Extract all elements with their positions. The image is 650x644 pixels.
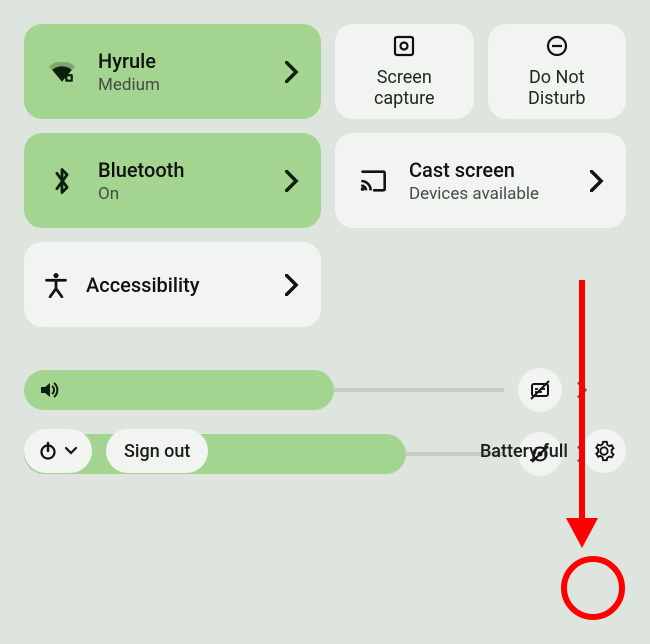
volume-slider[interactable] bbox=[24, 370, 504, 410]
bluetooth-tile[interactable]: Bluetooth On bbox=[24, 133, 321, 228]
annotation-arrow bbox=[552, 270, 612, 570]
dnd-tile[interactable]: Do NotDisturb bbox=[488, 24, 627, 119]
bluetooth-subtitle: On bbox=[98, 184, 285, 204]
volume-icon bbox=[38, 379, 60, 401]
chevron-right-icon bbox=[590, 170, 604, 192]
power-icon bbox=[38, 441, 58, 461]
annotation-circle bbox=[561, 556, 625, 620]
dnd-icon bbox=[545, 34, 569, 58]
dnd-label: Do NotDisturb bbox=[528, 68, 586, 109]
wifi-tile[interactable]: Hyrule Medium bbox=[24, 24, 321, 119]
screen-capture-label: Screencapture bbox=[374, 68, 435, 109]
screen-capture-tile[interactable]: Screencapture bbox=[335, 24, 474, 119]
power-menu-button[interactable] bbox=[24, 429, 92, 473]
chevron-right-icon bbox=[285, 61, 299, 83]
cast-tile[interactable]: Cast screen Devices available bbox=[335, 133, 626, 228]
accessibility-icon bbox=[44, 272, 68, 298]
sign-out-button[interactable]: Sign out bbox=[106, 429, 208, 473]
captions-off-icon bbox=[529, 379, 551, 401]
chevron-right-icon bbox=[285, 274, 299, 296]
screen-capture-icon bbox=[392, 34, 416, 58]
cast-icon bbox=[355, 169, 391, 193]
accessibility-title: Accessibility bbox=[86, 273, 285, 297]
wifi-subtitle: Medium bbox=[98, 75, 285, 95]
accessibility-tile[interactable]: Accessibility bbox=[24, 242, 321, 327]
slider-fill bbox=[24, 370, 334, 410]
bluetooth-icon bbox=[44, 167, 80, 195]
bluetooth-title: Bluetooth bbox=[98, 158, 285, 182]
cast-subtitle: Devices available bbox=[409, 184, 590, 204]
wifi-title: Hyrule bbox=[98, 49, 285, 73]
chevron-right-icon bbox=[285, 170, 299, 192]
cast-title: Cast screen bbox=[409, 158, 590, 182]
wifi-icon bbox=[44, 62, 80, 82]
chevron-down-icon bbox=[64, 446, 78, 456]
sign-out-label: Sign out bbox=[124, 441, 190, 462]
